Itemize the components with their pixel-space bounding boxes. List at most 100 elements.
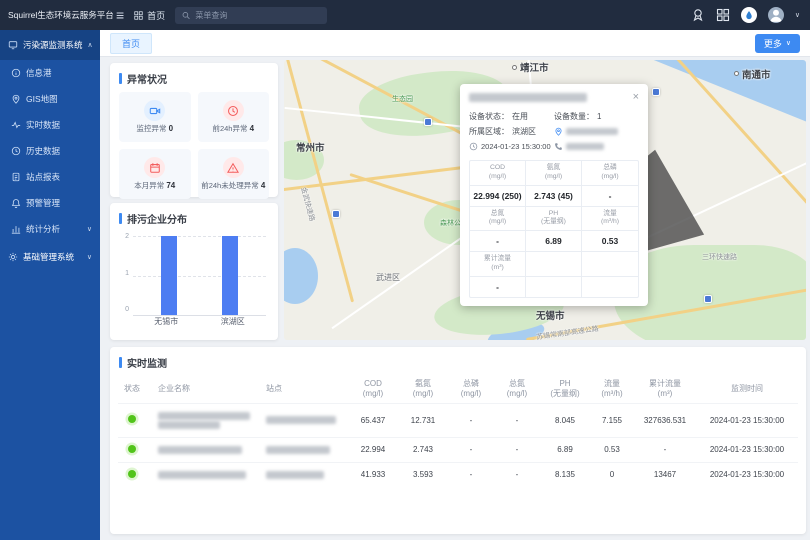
metric-label: COD(mg/l) — [470, 161, 526, 186]
tile-monitor-abnormal[interactable]: 监控异常 0 — [119, 92, 191, 142]
table-row[interactable]: 65.437 12.731 - - 8.045 7.155 327636.531… — [118, 403, 798, 437]
card-title: 实时监测 — [110, 347, 806, 376]
region-label: 所属区域： — [469, 124, 509, 139]
water-drop-logo[interactable] — [741, 7, 757, 23]
tile-24h-abnormal[interactable]: 前24h异常 4 — [198, 92, 270, 142]
tile-24h-unhandled-abnormal[interactable]: 前24h未处理异常 4 — [198, 149, 270, 199]
card-title-text: 异常状况 — [127, 71, 167, 86]
cell-flow: 7.155 — [590, 403, 634, 437]
sidebar-item-label: 信息港 — [26, 67, 52, 79]
sidebar-item-label: GIS地图 — [26, 93, 58, 105]
road-badge — [424, 118, 432, 126]
col-site: 站点 — [260, 376, 348, 403]
map-label-park: 生态园 — [392, 94, 413, 104]
map-label-suxichang-highway: 苏锡常南部高速公路 — [536, 324, 600, 340]
menu-search[interactable] — [175, 7, 327, 24]
sidebar: 污染源监测系统 ∧ 信息港 GIS地图 实时数据 历史数据 站点报表 预警管理 … — [0, 30, 100, 540]
sidebar-item-label: 统计分析 — [26, 223, 60, 235]
redacted-enterprise-name — [158, 446, 242, 454]
location-pin-icon — [554, 127, 563, 136]
cell-ph: 8.135 — [540, 462, 590, 487]
tile-count: 4 — [250, 124, 254, 133]
close-icon[interactable]: × — [633, 92, 639, 103]
y-tick: 2 — [125, 233, 129, 240]
pulse-icon — [11, 120, 21, 130]
card-title-text: 排污企业分布 — [127, 211, 187, 226]
cell-tp: - — [448, 462, 494, 487]
sidebar-item-alert-management[interactable]: 预警管理 — [0, 190, 100, 216]
col-tp: 总磷(mg/l) — [448, 376, 494, 403]
metric-label: 流量(m³/h) — [582, 207, 638, 232]
table-row[interactable]: 22.994 2.743 - - 6.89 0.53 - 2024-01-23 … — [118, 437, 798, 462]
tile-month-abnormal[interactable]: 本月异常 74 — [119, 149, 191, 199]
search-icon — [182, 11, 190, 20]
sidebar-item-site-report[interactable]: 站点报表 — [0, 164, 100, 190]
map-label-wujin: 武进区 — [376, 272, 400, 283]
hamburger-menu-icon[interactable]: ≡ — [116, 8, 124, 22]
abnormal-status-card: 异常状况 监控异常 0 前24h异常 4 本月异常 74 前24h未处理异常 4 — [110, 63, 278, 197]
chevron-down-icon[interactable]: ∨ — [795, 11, 800, 19]
metric-value: 6.89 — [526, 231, 582, 252]
title-accent-bar — [119, 73, 122, 84]
cell-time: 2024-01-23 15:30:00 — [696, 437, 798, 462]
sidebar-item-history-data[interactable]: 历史数据 — [0, 138, 100, 164]
gridline — [133, 276, 266, 277]
cell-tp: - — [448, 403, 494, 437]
col-cod: COD(mg/l) — [348, 376, 398, 403]
gis-map[interactable]: 靖江市 南通市 常州市 无锡市 武进区 金武快速路 三环快速路 苏锡常南部高速公… — [284, 60, 806, 340]
sidebar-item-statistics[interactable]: 统计分析 ∨ — [0, 216, 100, 242]
realtime-monitor-card: 实时监测 状态 企业名称 站点 COD(mg/l) 氨氮(mg/l) 总磷(mg… — [110, 347, 806, 534]
more-button-label: 更多 — [764, 37, 782, 50]
metric-value: - — [470, 231, 526, 252]
metric-value: 2.743 (45) — [526, 186, 582, 207]
cell-total-flow: 327636.531 — [634, 403, 696, 437]
enterprise-distribution-card: 排污企业分布 2 1 0 无锡市 滨湖区 — [110, 203, 278, 340]
metric-value: - — [470, 277, 526, 297]
chevron-down-icon: ∨ — [87, 253, 92, 261]
sidebar-group-basic-management[interactable]: 基础管理系统 ∨ — [0, 242, 100, 272]
status-dot-green — [128, 445, 136, 453]
breadcrumb-home[interactable]: 首页 — [134, 9, 165, 22]
popup-row: 2024-01-23 15:30:00 — [469, 139, 639, 154]
metric-label: PH(无量纲) — [526, 207, 582, 232]
search-input[interactable] — [195, 11, 320, 20]
table-row[interactable]: 41.933 3.593 - - 8.135 0 13467 2024-01-2… — [118, 462, 798, 487]
metric-label-empty — [582, 252, 638, 277]
cell-flow: 0 — [590, 462, 634, 487]
card-title-text: 实时监测 — [127, 355, 167, 370]
popup-row: 设备状态：在用 设备数量：1 — [469, 109, 639, 124]
map-label-changzhou: 常州市 — [296, 140, 325, 154]
card-title: 异常状况 — [110, 63, 278, 92]
metric-value: - — [582, 186, 638, 207]
apps-grid-icon[interactable] — [716, 8, 730, 22]
report-doc-icon — [11, 172, 21, 182]
map-label-jingjiang: 靖江市 — [520, 60, 549, 74]
avatar[interactable] — [768, 7, 784, 23]
tile-count: 4 — [261, 181, 265, 190]
redacted-phone — [566, 143, 604, 150]
map-label-wuxi: 无锡市 — [536, 308, 565, 322]
home-icon — [134, 11, 143, 20]
redacted-enterprise-name — [158, 412, 250, 420]
col-enterprise: 企业名称 — [152, 376, 260, 403]
y-tick: 0 — [125, 306, 129, 313]
popup-row: 所属区域：滨湖区 — [469, 124, 639, 139]
device-count-value: 1 — [597, 109, 601, 124]
badge-icon[interactable] — [691, 8, 705, 22]
sidebar-item-info-port[interactable]: 信息港 — [0, 60, 100, 86]
lake-water — [284, 248, 318, 304]
bell-icon — [11, 198, 21, 208]
cell-nh3: 3.593 — [398, 462, 448, 487]
sidebar-item-gis-map[interactable]: GIS地图 — [0, 86, 100, 112]
tile-count: 0 — [169, 124, 173, 133]
tile-count: 74 — [166, 181, 175, 190]
tab-home[interactable]: 首页 — [110, 33, 152, 54]
metric-label: 累计流量(m³) — [470, 252, 526, 277]
y-tick: 1 — [125, 270, 129, 277]
sidebar-group-pollution-monitoring[interactable]: 污染源监测系统 ∧ — [0, 30, 100, 60]
sidebar-item-label: 预警管理 — [26, 197, 60, 209]
cell-tn: - — [494, 462, 540, 487]
sidebar-item-realtime-data[interactable]: 实时数据 — [0, 112, 100, 138]
status-dot-green — [128, 415, 136, 423]
more-button[interactable]: 更多 ∨ — [755, 34, 800, 53]
